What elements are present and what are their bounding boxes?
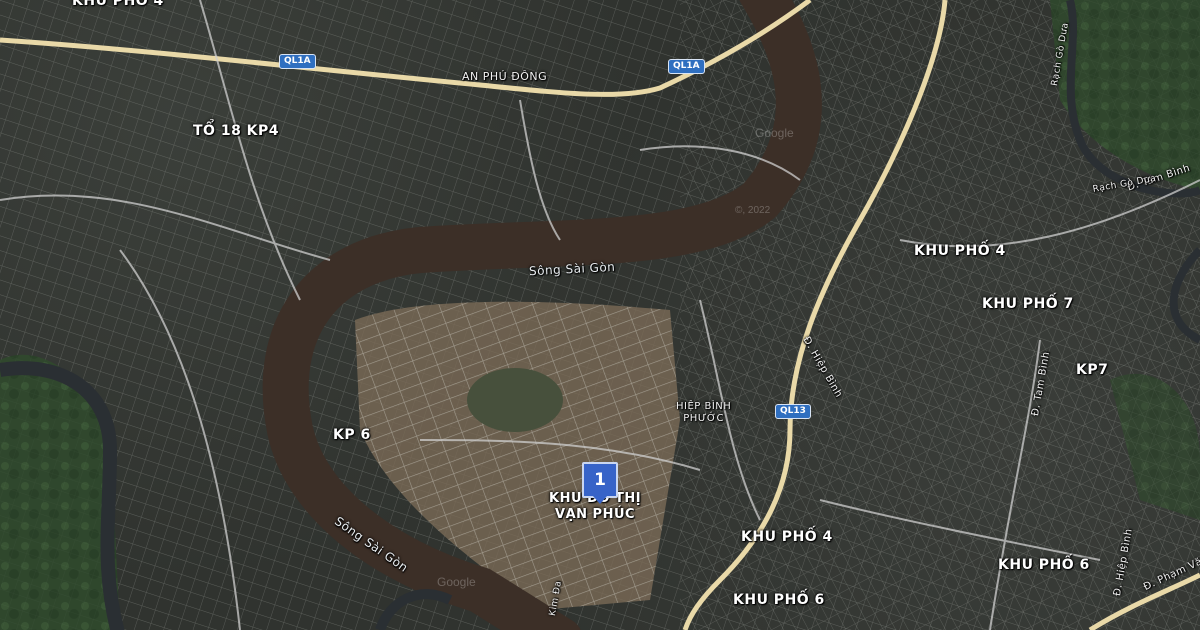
area-label-kp7: KP7 bbox=[1076, 362, 1109, 378]
area-label-khu-pho-4-top: KHU PHỐ 4 bbox=[72, 0, 164, 9]
area-label-khu-pho-4-bottom: KHU PHỐ 4 bbox=[741, 529, 833, 545]
location-marker-number: 1 bbox=[594, 470, 606, 490]
area-label-khu-pho-6-right: KHU PHỐ 6 bbox=[998, 557, 1090, 573]
area-label-kp6: KP 6 bbox=[333, 427, 371, 443]
google-watermark-1: Google bbox=[755, 126, 794, 140]
area-label-khu-pho-6-bottom: KHU PHỐ 6 bbox=[733, 592, 825, 608]
area-label-khu-pho-7: KHU PHỐ 7 bbox=[982, 296, 1074, 312]
copyright-watermark: ©, 2022 bbox=[735, 205, 771, 216]
location-marker-pin[interactable]: 1 bbox=[582, 462, 618, 498]
highway-shield-ql13: QL13 bbox=[775, 404, 811, 419]
area-label-hiep-binh-phuoc: HIỆP BÌNH PHƯỚC bbox=[676, 401, 732, 424]
area-label-to18-kp4: TỔ 18 KP4 bbox=[193, 123, 280, 139]
highway-shield-ql1a-right: QL1A bbox=[668, 59, 705, 74]
area-label-an-phu-dong: AN PHÚ ĐÔNG bbox=[462, 70, 548, 83]
location-marker-tip bbox=[593, 496, 607, 504]
map-base-layer bbox=[0, 0, 1200, 630]
area-label-khu-pho-4-right: KHU PHỐ 4 bbox=[914, 243, 1006, 259]
satellite-map[interactable]: KHU PHỐ 4 TỔ 18 KP4 AN PHÚ ĐÔNG KHU PHỐ … bbox=[0, 0, 1200, 630]
highway-shield-ql1a-left: QL1A bbox=[279, 54, 316, 69]
google-watermark-2: Google bbox=[437, 575, 476, 589]
